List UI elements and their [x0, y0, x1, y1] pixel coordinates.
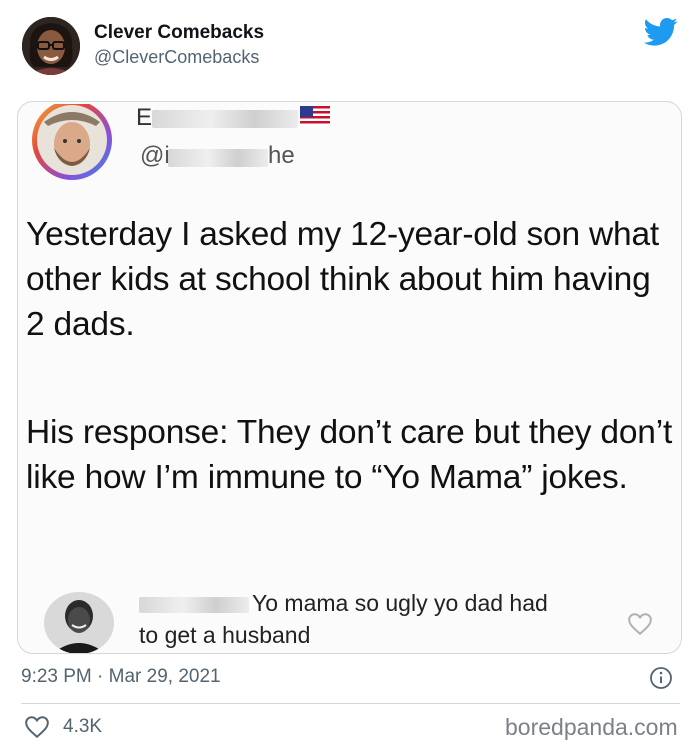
tweet-header: Clever Comebacks @CleverComebacks — [0, 0, 700, 90]
author-handle[interactable]: @CleverComebacks — [94, 47, 259, 68]
author-name[interactable]: Clever Comebacks — [94, 22, 264, 44]
embedded-post-paragraph: Yesterday I asked my 12-year-old son wha… — [26, 216, 659, 343]
heart-icon — [628, 613, 652, 636]
divider — [21, 703, 680, 704]
embedded-post-paragraph: His response: They don’t care but they d… — [26, 414, 673, 496]
info-icon[interactable] — [649, 666, 673, 690]
like-count: 4.3K — [63, 716, 103, 737]
tweet-timestamp[interactable]: 9:23 PM · Mar 29, 2021 — [21, 666, 221, 688]
embedded-author-handle-end: he — [268, 142, 295, 169]
reply-author-avatar — [44, 592, 114, 653]
embedded-author-avatar — [26, 102, 116, 184]
flag-icon — [300, 106, 330, 126]
site-watermark: boredpanda.com — [505, 714, 678, 740]
reply-text: to get a husband — [139, 622, 311, 648]
embedded-author-handle-start: @i — [140, 142, 170, 169]
redaction-blur-reply-name — [139, 597, 249, 613]
embedded-post-screenshot: E @i he Yesterday I asked my 12-year-old… — [17, 101, 682, 654]
author-avatar[interactable] — [22, 17, 80, 75]
redaction-blur-handle — [168, 149, 268, 167]
twitter-bird-icon[interactable] — [644, 17, 678, 47]
reply-text: Yo mama so ugly yo dad had — [252, 590, 548, 616]
heart-icon[interactable] — [24, 715, 50, 739]
redaction-blur-name — [152, 110, 298, 128]
embedded-author-name-fragment: E — [136, 104, 153, 131]
